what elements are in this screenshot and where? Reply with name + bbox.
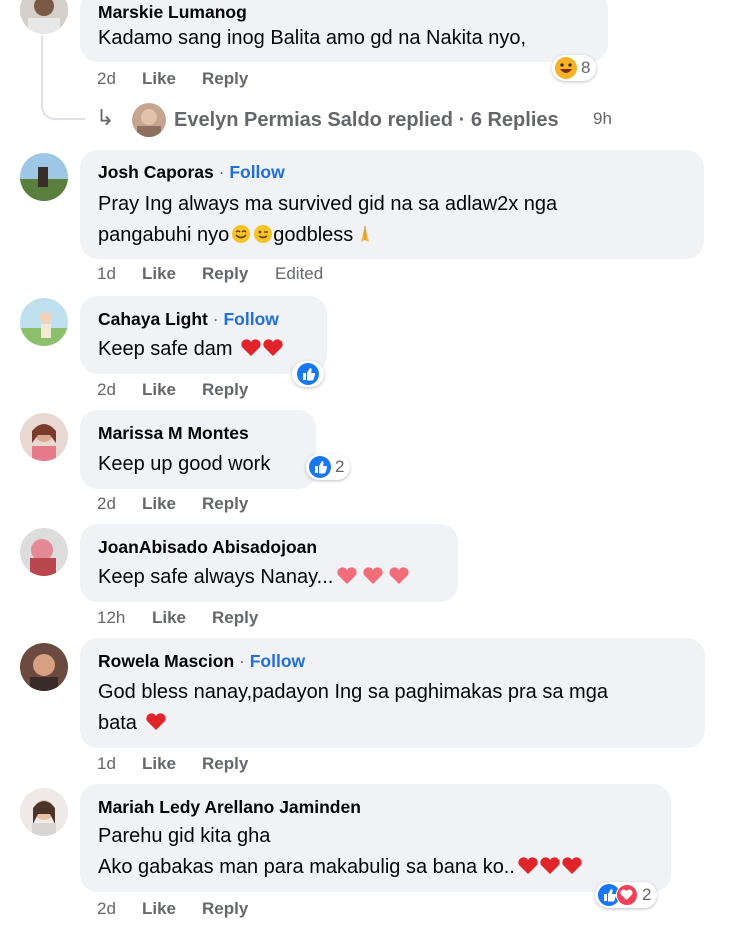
comment-timestamp[interactable]: 2d	[97, 899, 116, 919]
comment-timestamp[interactable]: 1d	[97, 754, 116, 774]
red-heart-emoji-icon	[240, 337, 261, 357]
comment-actions: 2d Like Reply	[97, 380, 357, 402]
comment-actions: 1d Like Reply	[97, 754, 357, 776]
reply-button[interactable]: Reply	[202, 494, 248, 514]
like-button[interactable]: Like	[152, 608, 186, 628]
comment-text-line: Keep safe dam	[98, 334, 283, 365]
reply-button[interactable]: Reply	[212, 608, 258, 628]
comment-timestamp[interactable]: 12h	[97, 608, 125, 628]
heart-emoji-icon	[387, 565, 411, 585]
comment-author[interactable]: Josh Caporas	[98, 162, 214, 182]
comment-actions: 1d Like Reply Edited	[97, 264, 397, 286]
comment-timestamp[interactable]: 2d	[97, 380, 116, 400]
red-heart-emoji-icon	[262, 337, 283, 357]
reaction-count: 2	[335, 457, 345, 476]
red-heart-emoji-icon	[561, 855, 582, 875]
reply-button[interactable]: Reply	[202, 899, 248, 919]
reaction-summary[interactable]: 2	[595, 882, 658, 908]
avatar	[132, 103, 166, 137]
replies-thread-link[interactable]: ↳ Evelyn Permias Saldo replied · 6 Repli…	[96, 103, 636, 139]
comment-bubble: Mariah Ledy Arellano Jaminden Parehu gid…	[80, 784, 671, 892]
like-button[interactable]: Like	[142, 494, 176, 514]
comment-timestamp[interactable]: 2d	[97, 494, 116, 514]
like-button[interactable]: Like	[142, 899, 176, 919]
comment-author[interactable]: Mariah Ledy Arellano Jaminden	[98, 797, 361, 818]
comment-text: Kadamo sang inog Balita amo gd na Nakita…	[98, 27, 527, 49]
comment-bubble: Rowela Mascion · Follow God bless nanay,…	[80, 638, 705, 748]
reaction-count: 8	[581, 58, 591, 77]
comment-text: God bless nanay,padayon Ing sa paghimaka…	[98, 681, 608, 703]
comment-text-line: pangabuhi nyo godbless	[98, 220, 375, 251]
reaction-summary[interactable]: 2	[306, 454, 351, 480]
comment-text-line: bata	[98, 708, 166, 739]
avatar[interactable]	[20, 643, 68, 691]
follow-button[interactable]: Follow	[229, 162, 284, 182]
avatar[interactable]	[20, 788, 68, 836]
comment-text-line: Keep safe always Nanay...	[98, 562, 411, 593]
follow-button[interactable]: Follow	[223, 309, 278, 329]
comment-author-line: Cahaya Light · Follow	[98, 309, 279, 329]
smiling-emoji-icon	[231, 223, 251, 243]
comment-timestamp[interactable]: 1d	[97, 264, 116, 284]
replies-timestamp: 9h	[593, 109, 612, 128]
avatar[interactable]	[20, 0, 68, 34]
reply-button[interactable]: Reply	[202, 380, 248, 400]
comment-author[interactable]: Marskie Lumanog	[98, 2, 247, 23]
haha-reaction-icon	[555, 57, 577, 79]
replies-summary: Evelyn Permias Saldo replied · 6 Replies	[174, 109, 559, 131]
comment-bubble: Josh Caporas · Follow Pray Ing always ma…	[80, 150, 704, 259]
avatar[interactable]	[20, 153, 68, 201]
comment-author-line: Rowela Mascion · Follow	[98, 651, 306, 671]
red-heart-emoji-icon	[145, 711, 166, 731]
reply-button[interactable]: Reply	[202, 69, 248, 89]
heart-emoji-icon	[335, 565, 359, 585]
love-reaction-icon	[616, 884, 638, 906]
like-button[interactable]: Like	[142, 264, 176, 284]
avatar[interactable]	[20, 528, 68, 576]
comment-text-line: Ako gabakas man para makabulig sa bana k…	[98, 852, 582, 883]
comment-timestamp[interactable]: 2d	[97, 69, 116, 89]
thread-connector	[41, 36, 85, 120]
comment-bubble: Marissa M Montes Keep up good work	[80, 410, 316, 489]
like-button[interactable]: Like	[142, 69, 176, 89]
winking-emoji-icon	[253, 223, 273, 243]
comment-bubble: Cahaya Light · Follow Keep safe dam	[80, 296, 327, 374]
comment-actions: 2d Like Reply	[97, 494, 357, 516]
follow-button[interactable]: Follow	[250, 651, 305, 671]
reply-button[interactable]: Reply	[202, 754, 248, 774]
avatar[interactable]	[20, 298, 68, 346]
red-heart-emoji-icon	[517, 855, 538, 875]
red-heart-emoji-icon	[539, 855, 560, 875]
edited-label: Edited	[275, 264, 324, 283]
heart-emoji-icon	[361, 565, 385, 585]
comment-author[interactable]: Rowela Mascion	[98, 651, 234, 671]
avatar[interactable]	[20, 413, 68, 461]
reaction-summary[interactable]: 8	[552, 55, 597, 81]
comment-actions: 2d Like Reply	[97, 899, 357, 921]
comment-text: Keep up good work	[98, 453, 271, 475]
comment-bubble: JoanAbisado Abisadojoan Keep safe always…	[80, 524, 458, 602]
reply-button[interactable]: Reply	[202, 264, 248, 284]
comment-author-line: Josh Caporas · Follow	[98, 162, 285, 182]
reaction-count: 2	[642, 885, 652, 904]
comment-author[interactable]: JoanAbisado Abisadojoan	[98, 537, 317, 558]
like-button[interactable]: Like	[142, 754, 176, 774]
comment-actions: 12h Like Reply	[97, 608, 357, 630]
comment-text: Pray Ing always ma survived gid na sa ad…	[98, 193, 558, 215]
comment-text: Parehu gid kita gha	[98, 825, 271, 847]
praying-hands-emoji-icon	[355, 223, 375, 243]
comment-actions: 2d Like Reply	[97, 69, 357, 91]
like-button[interactable]: Like	[142, 380, 176, 400]
like-reaction-icon	[309, 456, 331, 478]
reply-arrow-icon: ↳	[96, 105, 115, 130]
comment-author[interactable]: Marissa M Montes	[98, 423, 249, 444]
comment-author[interactable]: Cahaya Light	[98, 309, 208, 329]
comment-bubble: Marskie Lumanog Kadamo sang inog Balita …	[80, 0, 608, 62]
